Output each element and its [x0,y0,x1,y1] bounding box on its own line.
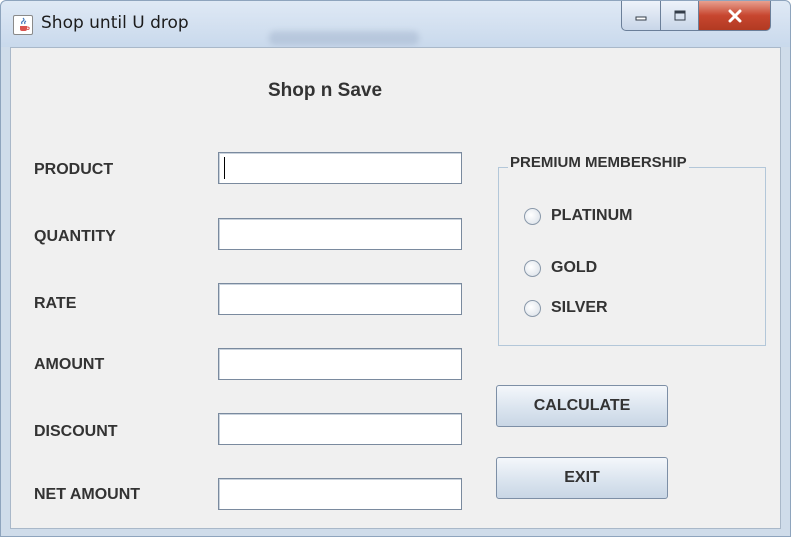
product-field[interactable] [218,152,462,184]
exit-button[interactable]: EXIT [496,457,668,499]
window-title: Shop until U drop [41,13,189,33]
minimize-icon [635,16,647,20]
premium-membership-group [498,167,766,346]
radio-button-icon[interactable] [524,259,541,277]
discount-label: DISCOUNT [34,423,118,440]
calculate-button[interactable]: CALCULATE [496,385,668,427]
amount-field[interactable] [218,348,462,380]
radio-gold-label: GOLD [551,259,598,276]
net-amount-label: NET AMOUNT [34,486,141,503]
radio-gold[interactable]: GOLD [524,259,597,277]
radio-platinum[interactable]: PLATINUM [524,207,632,225]
maximize-button[interactable] [661,1,699,31]
form-heading: Shop n Save [268,80,383,101]
product-label: PRODUCT [34,161,114,178]
maximize-icon [674,10,685,20]
title-bar[interactable]: Shop until U drop [1,1,790,47]
quantity-field[interactable] [218,218,462,250]
radio-button-icon[interactable] [524,299,541,317]
radio-silver-label: SILVER [551,299,608,316]
minimize-button[interactable] [621,1,661,31]
quantity-label: QUANTITY [34,228,116,245]
text-caret [224,157,225,179]
rate-field[interactable] [218,283,462,315]
radio-platinum-label: PLATINUM [551,207,633,224]
radio-button-icon[interactable] [524,207,541,225]
ghost-window-title [269,31,419,45]
close-button[interactable] [699,1,771,31]
rate-label: RATE [34,295,77,312]
radio-silver[interactable]: SILVER [524,299,608,317]
premium-membership-title: PREMIUM MEMBERSHIP [508,154,689,171]
net-amount-field[interactable] [218,478,462,510]
close-icon [728,9,741,22]
discount-field[interactable] [218,413,462,445]
java-cup-icon [13,15,33,35]
amount-label: AMOUNT [34,356,105,373]
